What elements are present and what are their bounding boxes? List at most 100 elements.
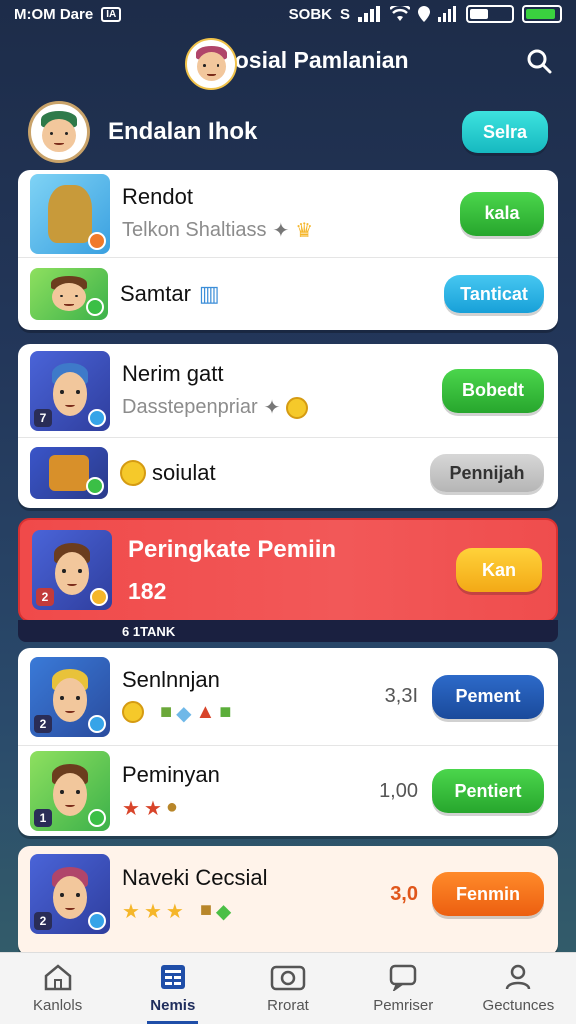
chest-icon: ■ — [199, 898, 212, 921]
coin-icon — [286, 396, 309, 419]
game-card-4: 2 Naveki Cecsial ★ ★ ★ ■ ◆ 3,0 Fenmin — [18, 846, 558, 956]
row-value: 3,0 — [390, 882, 418, 905]
row-action-button[interactable]: Tanticat — [444, 275, 544, 313]
chest-icon: ■ — [160, 701, 173, 723]
ranking-thumbnail: 2 — [32, 530, 112, 610]
news-icon — [160, 965, 185, 989]
battery-icon — [466, 5, 514, 23]
status-bar-right: SOBK S — [289, 5, 562, 23]
ranking-strip: 6 1TANK — [18, 620, 558, 642]
list-item[interactable]: 1 Peminyan ★ ★ ● 1,00 Pentiert — [18, 746, 558, 836]
row-action-button[interactable]: Bobedt — [442, 368, 544, 413]
list-item[interactable]: soiulat Pennijah — [18, 438, 558, 508]
ranking-score: 182 — [128, 577, 167, 604]
app-header: Sosial Pamlanian — [0, 30, 576, 90]
row-action-button[interactable]: Pentiert — [432, 769, 544, 813]
status-glyph: S — [339, 5, 350, 23]
star-icon: ★ — [143, 900, 162, 923]
game-thumbnail — [30, 447, 108, 499]
star-icon: ★ — [143, 797, 162, 820]
star-icon: ★ — [122, 797, 140, 820]
status-bar-left: M:OM Dare IA — [14, 5, 122, 23]
coin-icon — [120, 460, 146, 486]
tab-label: Pemriser — [373, 997, 434, 1014]
message-icon — [389, 964, 417, 991]
statue-icon — [48, 184, 92, 243]
house-icon: ▲ — [195, 701, 216, 723]
pin-icon: ✦ — [272, 220, 290, 242]
page-title: Sosial Pamlanian — [219, 46, 409, 73]
header-avatar[interactable] — [185, 38, 238, 90]
game-card-2: 7 Nerim gatt Dasstepenpriar ✦ Bobedt soi… — [18, 344, 558, 508]
crown-icon: ♛ — [295, 220, 314, 242]
row-action-button[interactable]: Fenmin — [432, 872, 544, 916]
game-thumbnail — [30, 268, 108, 320]
ranking-title: Peringkate Pemiin — [128, 535, 337, 563]
row-subtitle: Dasstepenpriar — [122, 396, 258, 418]
row-title: Peminyan — [122, 761, 220, 787]
search-button[interactable] — [522, 44, 556, 78]
game-thumbnail: 2 — [30, 854, 110, 934]
row-title: Samtar — [120, 281, 191, 306]
ranking-strip-text: 6 1TANK — [122, 623, 176, 639]
tab-profile[interactable]: Gectunces — [461, 953, 576, 1024]
row-value: 3,3I — [384, 685, 418, 707]
list-item[interactable]: 7 Nerim gatt Dasstepenpriar ✦ Bobedt — [18, 344, 558, 438]
tab-label: Gectunces — [482, 997, 555, 1014]
list-item[interactable]: Rendot Telkon Shaltiass ✦ ♛ kala — [18, 170, 558, 258]
cup-icon: ▥ — [198, 281, 220, 306]
tab-label: Nemis — [150, 997, 196, 1014]
status-time: M:OM Dare — [14, 5, 94, 23]
location-icon — [418, 6, 430, 22]
row-title: soiulat — [152, 460, 216, 485]
search-icon — [527, 49, 552, 74]
gem-icon: ◆ — [215, 900, 232, 923]
profile-row: Endalan Ihok Selra — [0, 96, 576, 168]
row-action-button[interactable]: Pement — [432, 674, 544, 719]
signal-icon — [358, 6, 380, 22]
pin-icon: ✦ — [263, 397, 281, 419]
row-value: 1,00 — [379, 779, 418, 802]
tab-label: Rrorat — [267, 997, 309, 1014]
star-icon: ★ — [122, 900, 140, 923]
level-badge: 2 — [34, 714, 52, 733]
list-item[interactable]: 2 Senlnnjan ■ ◆ ▲ ■ 3,3I Pement — [18, 648, 558, 746]
status-network-text: SOBK — [288, 5, 332, 23]
level-badge: 2 — [36, 588, 54, 606]
profile-icon — [506, 964, 531, 990]
level-badge: 7 — [34, 408, 52, 427]
battery-charging-icon — [522, 5, 562, 23]
ranking-button[interactable]: Kan — [456, 548, 542, 592]
tab-camera[interactable]: Rrorat — [230, 953, 345, 1024]
tab-messages[interactable]: Pemriser — [346, 953, 461, 1024]
row-action-button[interactable]: Pennijah — [430, 454, 544, 492]
row-title: Naveki Cecsial — [122, 864, 268, 890]
cell-signal-icon — [438, 6, 456, 22]
game-card-1: Rendot Telkon Shaltiass ✦ ♛ kala Samtar … — [18, 170, 558, 330]
chest-icon: ■ — [219, 701, 232, 723]
profile-action-button[interactable]: Selra — [462, 111, 548, 153]
ranking-card[interactable]: 2 Peringkate Pemiin 182 Kan — [18, 518, 558, 622]
tab-label: Kanlols — [33, 997, 83, 1014]
bottom-tab-bar: Kanlols Nemis Rrorat Pemriser Gectunces — [0, 952, 576, 1024]
game-thumbnail: 2 — [30, 656, 110, 737]
row-subtitle: Telkon Shaltiass — [122, 219, 267, 241]
level-badge: 1 — [34, 809, 52, 827]
tab-home[interactable]: Kanlols — [0, 953, 115, 1024]
camera-icon — [270, 965, 306, 991]
wifi-icon — [390, 6, 410, 21]
list-item[interactable]: Samtar ▥ Tanticat — [18, 258, 558, 330]
game-thumbnail: 7 — [30, 350, 110, 431]
treasure-icon — [49, 455, 89, 491]
row-title: Nerim gatt — [122, 361, 224, 386]
mushroom-icon: ● — [165, 795, 178, 818]
level-badge: 2 — [34, 912, 52, 930]
game-thumbnail — [30, 173, 110, 254]
tab-news[interactable]: Nemis — [115, 953, 230, 1024]
status-bar: M:OM Dare IA SOBK S — [0, 0, 576, 28]
list-item[interactable]: 2 Naveki Cecsial ★ ★ ★ ■ ◆ 3,0 Fenmin — [18, 846, 558, 942]
row-action-button[interactable]: kala — [460, 191, 544, 236]
profile-avatar[interactable] — [28, 101, 90, 163]
row-title: Senlnnjan — [122, 667, 220, 692]
home-icon — [44, 964, 71, 991]
